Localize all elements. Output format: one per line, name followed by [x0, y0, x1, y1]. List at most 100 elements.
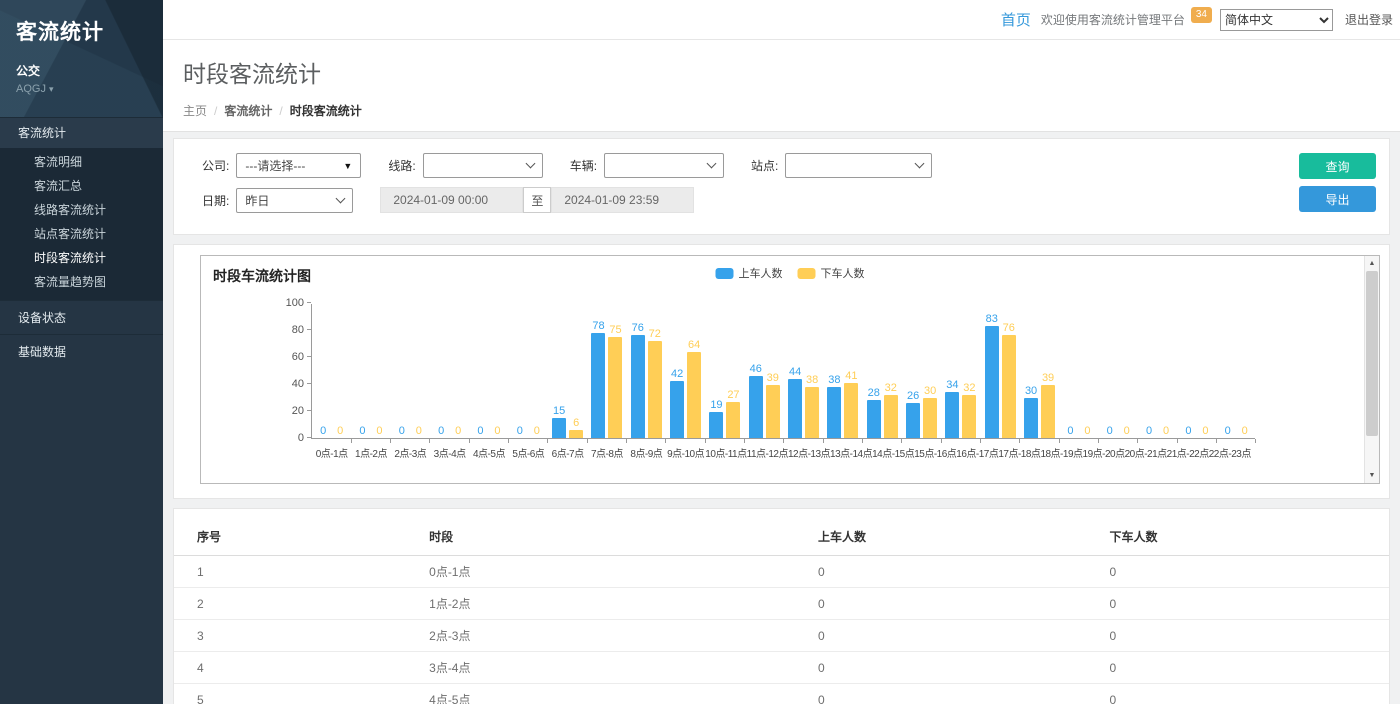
table-row: 32点-3点00: [174, 620, 1389, 652]
breadcrumb-link[interactable]: 客流统计: [224, 104, 272, 118]
scrollbar-thumb[interactable]: [1366, 271, 1378, 436]
sidebar-section[interactable]: 客流统计: [0, 117, 163, 148]
notification-badge: 34: [1191, 7, 1212, 23]
bar-上车人数: 28: [867, 400, 881, 438]
sidebar-item[interactable]: 站点客流统计: [0, 222, 163, 246]
app-window: 客流统计 公交 AQGJ▾ 客流统计客流明细客流汇总线路客流统计站点客流统计时段…: [0, 0, 1400, 704]
table-cell: 0: [818, 556, 1110, 588]
sidebar-item[interactable]: 客流汇总: [0, 174, 163, 198]
date-from-input[interactable]: [380, 187, 523, 213]
bar-value-label: 27: [727, 389, 739, 401]
y-axis-tick-label: 40: [292, 379, 304, 390]
bar-value-label: 0: [359, 425, 365, 437]
date-to-input[interactable]: [551, 187, 694, 213]
sidebar-item[interactable]: 客流明细: [0, 150, 163, 174]
bar-group: 00: [469, 304, 508, 438]
sidebar-item[interactable]: 基础数据: [0, 334, 163, 368]
bar-value-label: 0: [320, 425, 326, 437]
y-axis-tick-mark: [307, 329, 311, 330]
dropdown-arrow-icon: ▼: [343, 161, 352, 171]
x-axis-label: 7点-8点: [587, 440, 626, 460]
date-preset-select[interactable]: 昨日: [236, 188, 353, 213]
bar-下车人数: 75: [608, 337, 622, 438]
bar-group: 00: [1177, 304, 1216, 438]
export-button[interactable]: 导出: [1299, 186, 1376, 212]
chart-title: 时段车流统计图: [213, 266, 311, 286]
query-button[interactable]: 查询: [1299, 153, 1376, 179]
station-select[interactable]: [785, 153, 932, 178]
sidebar-item[interactable]: 设备状态: [0, 300, 163, 334]
bar-value-label: 0: [517, 425, 523, 437]
chart-scrollbar[interactable]: ▲ ▼: [1364, 256, 1379, 483]
line-filter: 线路:: [388, 153, 542, 178]
table-cell: 4: [174, 652, 429, 684]
bar-value-label: 76: [1003, 322, 1015, 334]
bar-group: 3039: [1020, 304, 1059, 438]
table-cell: 0: [818, 684, 1110, 704]
table-panel: 序号时段上车人数下车人数 10点-1点0021点-2点0032点-3点0043点…: [173, 508, 1390, 704]
bar-value-label: 34: [946, 379, 958, 391]
x-axis-label: 8点-9点: [627, 440, 666, 460]
sidebar-item[interactable]: 客流量趋势图: [0, 270, 163, 294]
company-filter: 公司: ---请选择--- ▼: [202, 153, 361, 178]
line-select[interactable]: [423, 153, 543, 178]
y-axis-tick-mark: [307, 383, 311, 384]
x-axis-label: 21点-22点: [1167, 440, 1209, 460]
user-name: AQGJ: [16, 83, 46, 95]
table-cell: 0: [1110, 620, 1389, 652]
logout-link[interactable]: 退出登录: [1345, 11, 1393, 28]
breadcrumb-link[interactable]: 主页: [183, 104, 207, 118]
bar-group: 7875: [587, 304, 626, 438]
sidebar-item[interactable]: 时段客流统计: [0, 246, 163, 270]
bar-group: 7672: [627, 304, 666, 438]
x-axis-label: 11点-12点: [747, 440, 788, 460]
bar-group: 2832: [863, 304, 902, 438]
date-filter: 日期: 昨日: [202, 188, 353, 213]
bar-value-label: 44: [789, 366, 801, 378]
bar-group: 00: [509, 304, 548, 438]
bar-下车人数: 32: [884, 395, 898, 438]
bar-value-label: 0: [337, 425, 343, 437]
chart-legend: 上车人数下车人数: [716, 265, 865, 281]
x-axis-label: 18点-19点: [1040, 440, 1082, 460]
bar-value-label: 30: [1025, 385, 1037, 397]
table-cell: 0: [1110, 684, 1389, 704]
x-axis-label: 15点-16点: [914, 440, 956, 460]
bar-value-label: 0: [1084, 425, 1090, 437]
language-select[interactable]: 简体中文: [1220, 9, 1333, 31]
bar-上车人数: 15: [552, 418, 566, 438]
table-cell: 2点-3点: [429, 620, 818, 652]
scrollbar-up-arrow-icon[interactable]: ▲: [1365, 256, 1379, 271]
bar-value-label: 19: [710, 399, 722, 411]
bar-group: 00: [1138, 304, 1177, 438]
vehicle-select[interactable]: [604, 153, 724, 178]
sidebar-item[interactable]: 线路客流统计: [0, 198, 163, 222]
breadcrumb: 主页/客流统计/时段客流统计: [183, 102, 1380, 119]
org-label: 公交: [16, 62, 147, 79]
user-dropdown[interactable]: AQGJ▾: [16, 83, 147, 95]
breadcrumb-current: 时段客流统计: [290, 104, 362, 118]
bar-group: 3432: [941, 304, 980, 438]
scrollbar-down-arrow-icon[interactable]: ▼: [1365, 468, 1379, 483]
company-select[interactable]: ---请选择--- ▼: [236, 153, 361, 178]
legend-item: 上车人数: [716, 265, 783, 281]
bar-上车人数: 78: [591, 333, 605, 438]
bar-value-label: 64: [688, 339, 700, 351]
date-to-separator: 至: [523, 187, 551, 213]
table-column-header: 上车人数: [818, 517, 1110, 556]
table-cell: 4点-5点: [429, 684, 818, 704]
bar-value-label: 0: [376, 425, 382, 437]
chart-box: 时段车流统计图 上车人数下车人数 020406080100 0点-1点1点-2点…: [200, 255, 1380, 484]
bar-上车人数: 38: [827, 387, 841, 438]
chevron-down-icon: [525, 159, 535, 169]
bar-上车人数: 34: [945, 392, 959, 438]
home-link[interactable]: 首页: [1001, 9, 1031, 30]
x-axis-label: 22点-23点: [1209, 440, 1251, 460]
bar-value-label: 42: [671, 368, 683, 380]
bar-下车人数: 30: [923, 398, 937, 439]
y-axis-tick-mark: [307, 356, 311, 357]
bar-value-label: 0: [1185, 425, 1191, 437]
bar-下车人数: 64: [687, 352, 701, 438]
bar-group: 2630: [902, 304, 941, 438]
table-cell: 0: [818, 652, 1110, 684]
